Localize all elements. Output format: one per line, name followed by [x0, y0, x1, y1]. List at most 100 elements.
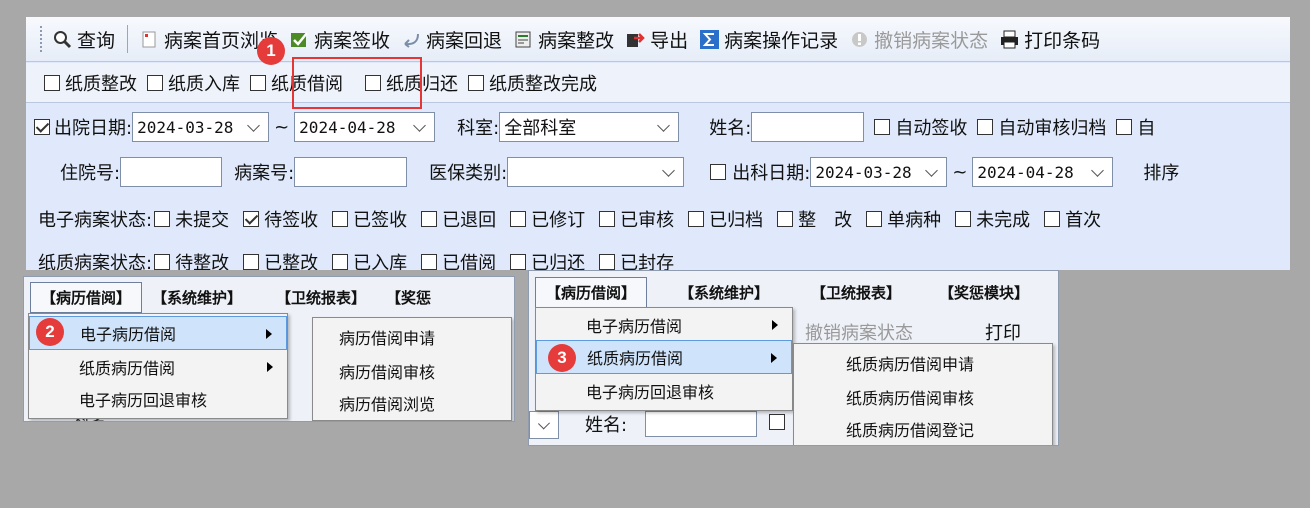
checkbox-box[interactable]: [44, 74, 60, 91]
chevron-down-icon[interactable]: [413, 118, 427, 132]
e-status-checkbox[interactable]: 首次: [1044, 206, 1101, 232]
checkbox-box[interactable]: [599, 254, 616, 270]
submenu-borrow-audit[interactable]: 病历借阅审核: [313, 354, 511, 388]
paper-rectify-checkbox[interactable]: 纸质整改: [44, 70, 137, 96]
checkbox-box[interactable]: [599, 211, 616, 227]
menu-item-e-borrow[interactable]: 电子病历借阅: [536, 308, 792, 342]
checkbox-box[interactable]: [250, 74, 266, 91]
e-status-checkbox[interactable]: 单病种: [866, 206, 941, 232]
insurance-type-select[interactable]: [507, 157, 685, 187]
checkbox-box[interactable]: [154, 254, 171, 270]
checkbox-box[interactable]: [154, 211, 171, 227]
checkbox-box[interactable]: [243, 254, 260, 270]
case-no-input[interactable]: [294, 157, 408, 187]
paper-status-checkbox[interactable]: 已封存: [599, 249, 674, 270]
dept-select[interactable]: 全部科室: [499, 112, 680, 142]
toolbar-grip[interactable]: [40, 26, 45, 52]
menu-item-e-return-audit[interactable]: 电子病历回退审核: [536, 374, 792, 408]
menu-item-paper-borrow[interactable]: 纸质病历借阅: [29, 350, 287, 384]
paper-status-checkbox[interactable]: 待整改: [154, 249, 229, 270]
checkbox-box[interactable]: [421, 254, 438, 270]
checkbox-box[interactable]: [332, 211, 349, 227]
dept-label: 科室:: [457, 118, 500, 139]
menu-item-e-borrow[interactable]: 电子病历借阅: [29, 316, 287, 350]
checkbox-box[interactable]: [468, 74, 484, 91]
checkbox-box[interactable]: [977, 119, 994, 135]
checkbox-box[interactable]: [874, 119, 891, 135]
return-button[interactable]: 病案回退: [396, 24, 508, 54]
e-status-checkbox[interactable]: 已归档: [688, 206, 763, 232]
checkbox-box[interactable]: [510, 254, 527, 270]
chevron-down-icon[interactable]: [925, 163, 939, 177]
export-button[interactable]: 导出: [620, 24, 694, 54]
cancel-status-button[interactable]: 撤销病案状态: [844, 24, 994, 54]
paper-status-checkbox[interactable]: 已入库: [332, 249, 407, 270]
name-input[interactable]: [751, 112, 865, 142]
menu-report[interactable]: 【卫统报表】: [801, 282, 911, 303]
e-status-checkbox[interactable]: 待签收: [243, 206, 318, 232]
menu-system[interactable]: 【系统维护】: [669, 282, 779, 303]
e-status-checkbox[interactable]: 已审核: [599, 206, 674, 232]
checkbox-box[interactable]: [866, 211, 883, 227]
checkbox-box[interactable]: [147, 74, 163, 91]
dept-out-checkbox[interactable]: [710, 164, 727, 180]
menu-reward[interactable]: 【奖惩: [376, 287, 441, 308]
inpatient-no-input[interactable]: [120, 157, 223, 187]
e-status-checkbox[interactable]: 整 改: [777, 206, 852, 232]
checkbox-box[interactable]: [955, 211, 972, 227]
discharge-date-checkbox[interactable]: [34, 119, 50, 135]
checkbox-box[interactable]: [1116, 119, 1133, 135]
e-status-checkbox[interactable]: 未完成: [955, 206, 1030, 232]
sign-button[interactable]: 病案签收: [284, 24, 396, 54]
paper-status-row: 纸质病案状态: 待整改 已整改 已入库 已借阅 已归还 已封存: [26, 245, 1290, 270]
menu-borrow[interactable]: 【病历借阅】: [535, 276, 648, 308]
checkbox-box[interactable]: [777, 211, 794, 227]
menu-system[interactable]: 【系统维护】: [142, 287, 252, 308]
menu-borrow[interactable]: 【病历借阅】: [30, 281, 143, 313]
paper-status-checkbox[interactable]: 已借阅: [421, 249, 496, 270]
paper-status-checkbox[interactable]: 已归还: [510, 249, 585, 270]
submenu-borrow-browse[interactable]: 病历借阅浏览: [313, 386, 511, 420]
auto-sign-checkbox[interactable]: 自动签收: [874, 114, 967, 140]
discharge-to-select[interactable]: 2024-04-28: [294, 112, 436, 142]
submenu-paper-borrow-apply[interactable]: 纸质病历借阅申请: [794, 346, 1052, 380]
menu-report[interactable]: 【卫统报表】: [266, 287, 376, 308]
e-status-checkbox[interactable]: 已退回: [421, 206, 496, 232]
right-menu-window: 【病历借阅】 【系统维护】 【卫统报表】 【奖惩模块】 撤销病案状态 打印 姓名…: [528, 270, 1059, 446]
cut-off-checkbox[interactable]: 自: [1116, 114, 1155, 140]
paper-status-checkbox[interactable]: 已整改: [243, 249, 318, 270]
checkbox-label: 未提交: [175, 210, 230, 231]
e-status-checkbox[interactable]: 已签收: [332, 206, 407, 232]
checkbox-box[interactable]: [243, 211, 260, 227]
menu-item-e-return-audit[interactable]: 电子病历回退审核: [29, 382, 287, 416]
op-log-button[interactable]: 病案操作记录: [694, 24, 844, 54]
checkbox-box[interactable]: [1044, 211, 1061, 227]
checkbox-box[interactable]: [510, 211, 527, 227]
rectify-button[interactable]: 病案整改: [508, 24, 620, 54]
chevron-down-icon[interactable]: [662, 163, 676, 177]
checkbox-box[interactable]: [421, 211, 438, 227]
submenu-borrow-apply[interactable]: 病历借阅申请: [313, 320, 511, 354]
e-status-checkbox[interactable]: 已修订: [510, 206, 585, 232]
checkbox-label: 已签收: [353, 210, 408, 231]
paper-rectify-done-checkbox[interactable]: 纸质整改完成: [468, 70, 597, 96]
right-submenu: 纸质病历借阅申请 纸质病历借阅审核 纸质病历借阅登记: [793, 343, 1053, 445]
chevron-down-icon[interactable]: [1091, 163, 1105, 177]
submenu-paper-borrow-register[interactable]: 纸质病历借阅登记: [794, 412, 1052, 445]
paper-store-checkbox[interactable]: 纸质入库: [147, 70, 240, 96]
e-status-checkbox[interactable]: 未提交: [154, 206, 229, 232]
print-barcode-button[interactable]: 打印条码: [994, 24, 1106, 54]
query-button[interactable]: 查询: [47, 24, 121, 54]
chevron-down-icon[interactable]: [657, 118, 671, 132]
submenu-paper-borrow-audit[interactable]: 纸质病历借阅审核: [794, 380, 1052, 414]
auto-audit-checkbox[interactable]: 自动审核归档: [977, 114, 1106, 140]
checkbox-box[interactable]: [688, 211, 705, 227]
dept-out-from-select[interactable]: 2024-03-28: [810, 157, 948, 187]
checkbox-box[interactable]: [332, 254, 349, 270]
discharge-from-select[interactable]: 2024-03-28: [132, 112, 270, 142]
behind-cancel-status: 撤销病案状态: [805, 323, 913, 344]
chevron-down-icon[interactable]: [247, 118, 260, 132]
menu-reward[interactable]: 【奖惩模块】: [929, 282, 1039, 303]
dept-out-to-select[interactable]: 2024-04-28: [972, 157, 1114, 187]
e-status-row: 电子病案状态: 未提交 待签收 已签收 已退回 已修订 已审核 已归档 整 改 单病种 未完成 首次: [26, 202, 1290, 236]
